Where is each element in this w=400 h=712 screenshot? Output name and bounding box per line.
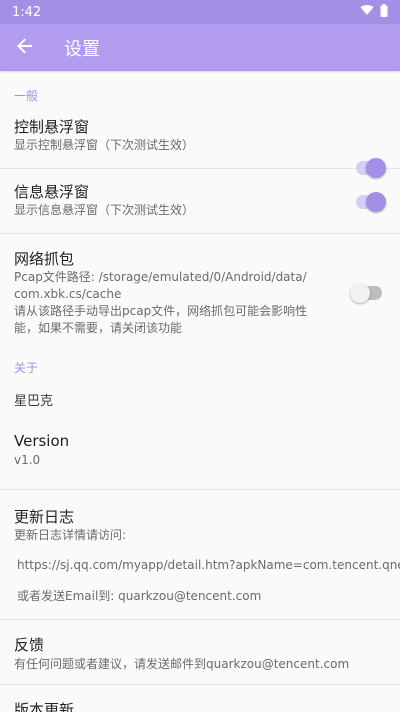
pref-floating-info[interactable]: 信息悬浮窗 显示信息悬浮窗（下次测试生效） <box>0 169 400 234</box>
pref-title: 信息悬浮窗 <box>14 183 90 201</box>
back-button[interactable] <box>0 24 50 71</box>
pref-summary: 显示控制悬浮窗（下次测试生效） <box>14 138 195 152</box>
arrow-back-icon <box>17 38 33 58</box>
battery-icon <box>380 3 388 21</box>
pref-title: 控制悬浮窗 <box>14 118 90 136</box>
pref-app-name[interactable]: 星巴克 <box>0 383 400 430</box>
switch-thumb <box>366 192 386 212</box>
pref-summary-path-2: com.xbk.cs/cache <box>14 287 122 301</box>
app-toolbar: 设置 <box>0 24 400 71</box>
pref-update[interactable]: 版本更新 <box>0 685 400 712</box>
pref-feedback[interactable]: 反馈 有任何问题或者建议，请发送邮件到quarkzou@tencent.com <box>0 620 400 685</box>
pref-version[interactable]: Version v1.0 <box>0 430 400 490</box>
pref-title: 更新日志 <box>14 508 75 526</box>
pref-summary-note-2: 能，如果不需要，请关闭该功能 <box>14 321 183 335</box>
pref-title: 网络抓包 <box>14 250 75 268</box>
pref-summary-note: 请从该路径手动导出pcap文件，网络抓包可能会影响性 <box>14 304 308 318</box>
app-name: 星巴克 <box>14 394 54 409</box>
version-value: v1.0 <box>14 453 41 467</box>
page-title: 设置 <box>64 38 100 60</box>
switch-thumb <box>350 283 370 303</box>
pref-floating-control[interactable]: 控制悬浮窗 显示控制悬浮窗（下次测试生效） <box>0 104 400 178</box>
pref-summary: 更新日志详情请访问: <box>14 528 127 542</box>
changelog-email: 或者发送Email到: quarkzou@tencent.com <box>17 589 262 603</box>
pref-summary-path: Pcap文件路径: /storage/emulated/0/Android/da… <box>14 270 307 284</box>
status-bar: 1:42 <box>0 0 400 24</box>
pref-title: Version <box>14 432 70 450</box>
category-header-about: 关于 <box>14 361 39 375</box>
pref-title: 版本更新 <box>14 701 75 712</box>
status-time: 1:42 <box>12 4 42 20</box>
packet-capture-switch[interactable] <box>350 283 382 303</box>
wifi-icon <box>360 4 374 20</box>
pref-title: 反馈 <box>14 636 45 654</box>
pref-summary: 显示信息悬浮窗（下次测试生效） <box>14 203 195 217</box>
category-header-general: 一般 <box>14 89 39 103</box>
changelog-url[interactable]: https://sj.qq.com/myapp/detail.htm?apkNa… <box>14 557 400 574</box>
pref-changelog[interactable]: 更新日志 更新日志详情请访问: https://sj.qq.com/myapp/… <box>0 490 400 620</box>
pref-summary: 有任何问题或者建议，请发送邮件到quarkzou@tencent.com <box>14 657 350 671</box>
settings-list: 一般 控制悬浮窗 显示控制悬浮窗（下次测试生效） 信息悬浮窗 显示信息悬浮窗（下… <box>0 71 400 712</box>
status-icons <box>360 3 388 21</box>
pref-packet-capture[interactable]: 网络抓包 Pcap文件路径: /storage/emulated/0/Andro… <box>0 234 400 349</box>
floating-info-switch[interactable] <box>354 192 386 212</box>
